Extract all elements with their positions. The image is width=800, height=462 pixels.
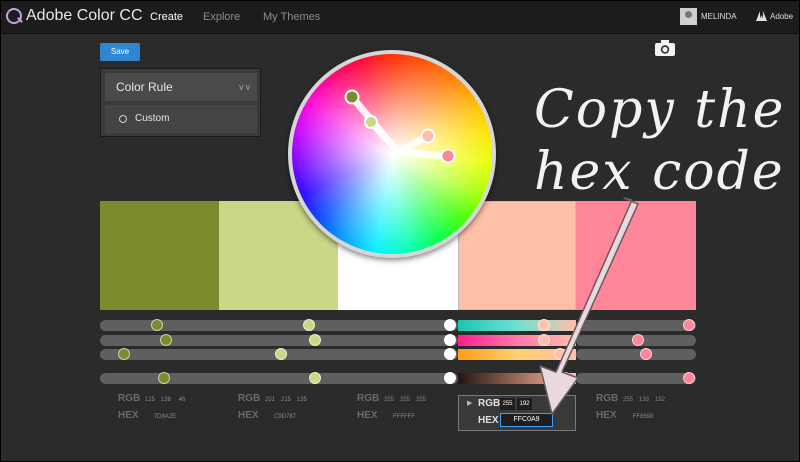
rule-option-custom[interactable]: Custom <box>105 105 257 133</box>
rgb-g-field[interactable]: 133 <box>637 395 651 406</box>
slider-handle[interactable] <box>559 372 571 384</box>
save-button[interactable]: Save <box>100 43 140 61</box>
slider-handle[interactable] <box>554 348 566 360</box>
username[interactable]: MELINDA <box>701 12 737 21</box>
slider-handle[interactable] <box>303 319 315 331</box>
slider-track[interactable] <box>576 373 696 384</box>
slider-track-selected[interactable] <box>458 320 576 331</box>
slider-handle[interactable] <box>444 334 456 346</box>
slider-handle[interactable] <box>632 334 644 346</box>
rgb-label: RGB <box>478 398 501 409</box>
hex-label: HEX <box>357 410 378 421</box>
color-rule-dropdown[interactable]: Color Rule ∨∨ <box>105 73 257 101</box>
slider-handle[interactable] <box>538 319 550 331</box>
slider-track-selected[interactable] <box>458 335 576 346</box>
slider-handle[interactable] <box>275 348 287 360</box>
swatch-1[interactable] <box>100 201 219 310</box>
annotation-line-1: Copy the <box>534 80 786 140</box>
hex-label: HEX <box>478 415 499 426</box>
hex-field[interactable]: FF8598 <box>621 412 665 423</box>
app-title[interactable]: Adobe Color CC <box>26 7 143 25</box>
adobe-label: Adobe <box>770 12 794 21</box>
rule-option-label: Custom <box>135 113 170 124</box>
swatch-5[interactable] <box>576 201 696 310</box>
slider-handle[interactable] <box>538 334 550 346</box>
hex-field[interactable]: 7D8A2E <box>143 412 187 423</box>
rgb-g-field[interactable]: 192 <box>517 398 532 410</box>
rgb-r-field[interactable]: 125 <box>143 395 157 406</box>
adobe-color-logo-icon[interactable] <box>6 8 22 24</box>
rgb-r-field[interactable]: 255 <box>621 395 635 406</box>
radio-button[interactable] <box>119 115 127 123</box>
rgb-r-field[interactable]: 201 <box>263 395 277 406</box>
chevron-down-icon[interactable]: ∨∨ <box>238 82 251 93</box>
rgb-g-field[interactable]: 255 <box>398 395 412 406</box>
rgb-g-field[interactable]: 215 <box>279 395 293 406</box>
nav-create[interactable]: Create <box>150 11 183 23</box>
slider-handle[interactable] <box>160 334 172 346</box>
rgb-label: RGB <box>238 393 261 404</box>
slider-handle[interactable] <box>309 372 321 384</box>
avatar[interactable] <box>680 8 697 25</box>
rgb-r-field[interactable]: 255 <box>382 395 396 406</box>
slider-handle[interactable] <box>640 348 652 360</box>
slider-track[interactable] <box>100 335 458 346</box>
rgb-b-field[interactable]: 152 <box>653 395 667 406</box>
hex-field-selected[interactable]: FFC0A9 <box>500 413 553 427</box>
rgb-b-field[interactable]: 135 <box>295 395 309 406</box>
slider-handle[interactable] <box>151 319 163 331</box>
slider-handle[interactable] <box>444 319 456 331</box>
rgb-g-field[interactable]: 138 <box>159 395 173 406</box>
rgb-label: RGB <box>596 393 619 404</box>
hex-label: HEX <box>118 410 139 421</box>
camera-icon[interactable] <box>655 40 675 56</box>
wheel-handles[interactable] <box>288 50 496 258</box>
color-rule-title: Color Rule <box>116 80 173 94</box>
slider-track[interactable] <box>576 320 696 331</box>
nav-explore[interactable]: Explore <box>203 11 240 23</box>
slider-handle[interactable] <box>683 372 695 384</box>
nav-my-themes[interactable]: My Themes <box>263 11 320 23</box>
hex-field[interactable]: FFFFFF <box>382 412 426 423</box>
expand-triangle-icon[interactable]: ▶ <box>467 399 472 407</box>
hex-label: HEX <box>596 410 617 421</box>
hex-label: HEX <box>238 410 259 421</box>
hex-field[interactable]: C9D787 <box>263 412 307 423</box>
slider-handle[interactable] <box>118 348 130 360</box>
rgb-b-field[interactable]: 255 <box>414 395 428 406</box>
slider-handle[interactable] <box>158 372 170 384</box>
color-rule-panel: Color Rule ∨∨ Custom <box>100 68 261 137</box>
rgb-r-field[interactable]: 255 <box>500 398 515 410</box>
annotation-line-2: hex code <box>534 142 785 202</box>
adobe-logo-icon <box>756 11 767 21</box>
slider-handle[interactable] <box>683 319 695 331</box>
rgb-label: RGB <box>118 393 141 404</box>
slider-handle[interactable] <box>444 372 456 384</box>
slider-handle[interactable] <box>444 348 456 360</box>
rgb-label: RGB <box>357 393 380 404</box>
slider-handle[interactable] <box>309 334 321 346</box>
slider-track[interactable] <box>576 349 696 360</box>
rgb-b-field[interactable]: 46 <box>175 395 189 406</box>
slider-track[interactable] <box>100 373 458 384</box>
color-wheel[interactable] <box>288 50 496 258</box>
